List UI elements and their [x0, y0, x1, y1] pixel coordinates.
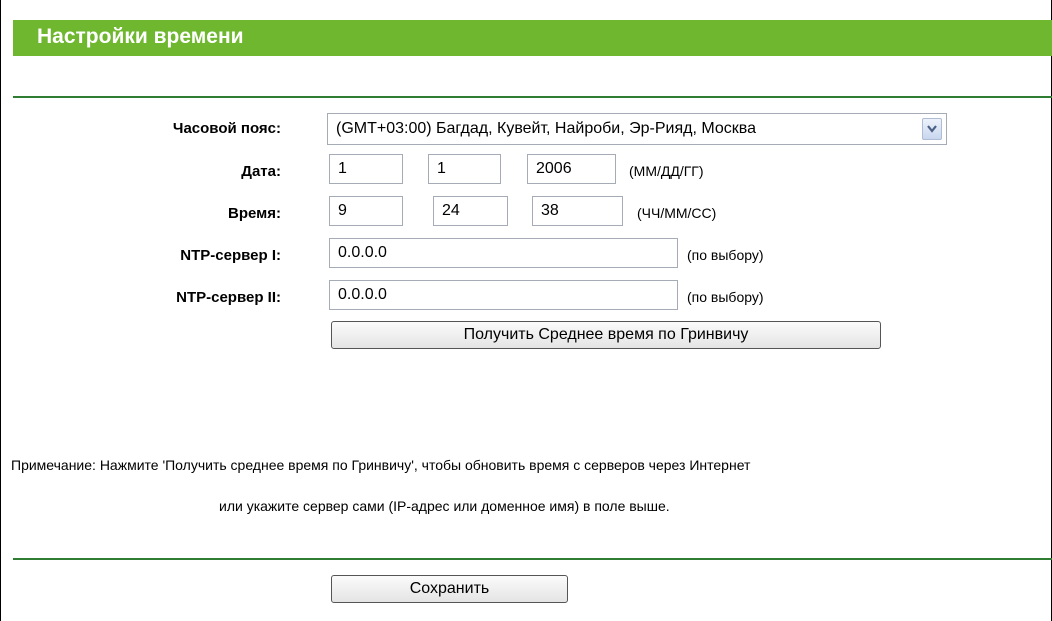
time-hours-input[interactable] [329, 196, 403, 226]
page-frame: Настройки времени Часовой пояс: (GMT+03:… [0, 0, 1052, 621]
ntp-server-1-hint: (по выбору) [687, 247, 764, 263]
date-year-input[interactable] [527, 154, 616, 184]
date-month-input[interactable] [329, 154, 403, 184]
date-label: Дата: [241, 163, 281, 180]
timezone-label: Часовой пояс: [172, 120, 281, 137]
ntp-server-2-label: NTP-сервер II: [176, 289, 281, 306]
title-bar: Настройки времени [13, 20, 1052, 56]
bottom-divider [13, 558, 1052, 560]
ntp-server-1-label: NTP-сервер I: [180, 247, 281, 264]
time-label: Время: [228, 205, 281, 222]
chevron-down-icon[interactable] [922, 118, 942, 140]
ntp-server-1-input[interactable] [329, 238, 678, 268]
time-seconds-input[interactable] [532, 196, 623, 226]
save-button[interactable]: Сохранить [331, 575, 568, 603]
page-title: Настройки времени [37, 25, 244, 48]
timezone-select[interactable]: (GMT+03:00) Багдад, Кувейт, Найроби, Эр-… [327, 113, 947, 145]
note-line-1: Примечание: Нажмите 'Получить среднее вр… [11, 457, 751, 473]
date-format-hint: (ММ/ДД/ГГ) [629, 163, 704, 179]
ntp-server-2-input[interactable] [329, 280, 678, 310]
time-format-hint: (ЧЧ/ММ/СС) [637, 205, 717, 221]
top-divider [13, 96, 1052, 98]
time-minutes-input[interactable] [433, 196, 508, 226]
ntp-server-2-hint: (по выбору) [687, 289, 764, 305]
timezone-value: (GMT+03:00) Багдад, Кувейт, Найроби, Эр-… [336, 120, 756, 137]
date-day-input[interactable] [428, 154, 501, 184]
note-line-2: или укажите сервер сами (IP-адрес или до… [219, 498, 670, 514]
get-gmt-button[interactable]: Получить Среднее время по Гринвичу [331, 321, 881, 349]
